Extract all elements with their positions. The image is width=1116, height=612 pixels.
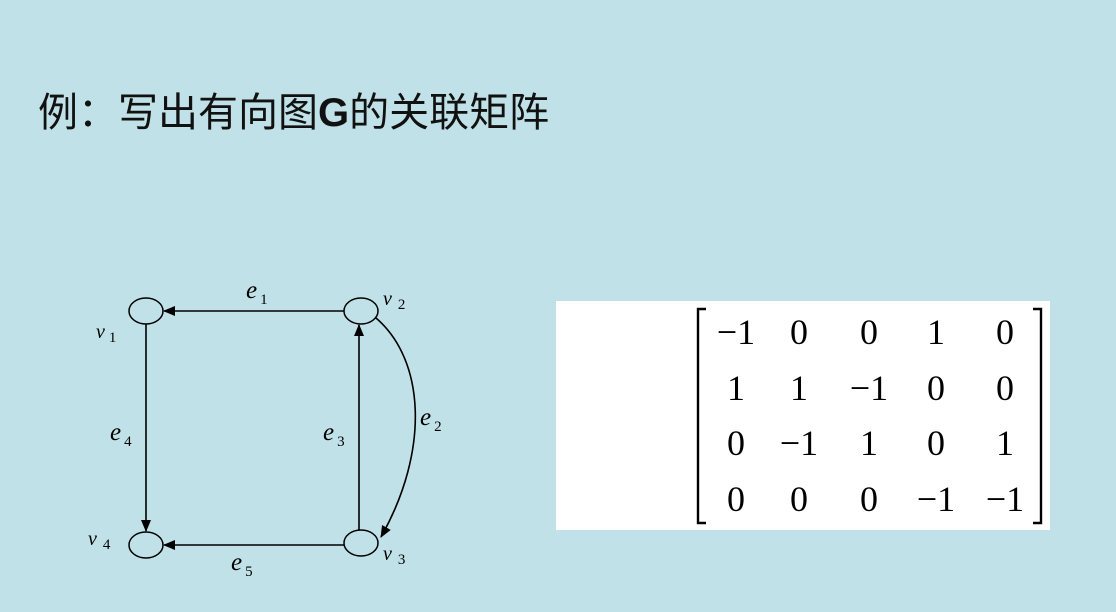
matrix-cell-r1-c1: −1 — [717, 312, 755, 352]
matrix-cell-r4-c1: 0 — [727, 479, 745, 519]
matrix-cell-r2-c3: −1 — [850, 368, 888, 408]
matrix-cell-r4-c5: −1 — [986, 479, 1024, 519]
vertex-v3 — [343, 529, 379, 557]
matrix-cell-r3-c5: 1 — [996, 423, 1014, 463]
incidence-matrix-panel: −1 0 0 1 0 1 1 −1 0 0 0 −1 1 0 1 0 0 0 −1 −1 — [556, 301, 1050, 530]
vertex-label-v3: v3 — [383, 543, 405, 568]
matrix-cell-r3-c2: −1 — [780, 423, 818, 463]
vertex-v1 — [128, 297, 164, 325]
edge-label-e3: e3 — [323, 419, 345, 450]
matrix-cell-r2-c2: 1 — [790, 368, 808, 408]
matrix-cell-r3-c3: 1 — [860, 423, 878, 463]
vertex-label-v2: v2 — [383, 288, 405, 313]
edge-label-e4: e4 — [110, 419, 132, 450]
edge-e2 — [375, 317, 417, 538]
matrix-cell-r1-c4: 1 — [927, 312, 945, 352]
matrix-cell-r2-c5: 0 — [996, 368, 1014, 408]
matrix-cell-r4-c2: 0 — [790, 479, 808, 519]
matrix-cell-r1-c5: 0 — [996, 312, 1014, 352]
matrix-cell-r2-c1: 1 — [727, 368, 745, 408]
matrix-cells: −1 0 0 1 0 1 1 −1 0 0 0 −1 1 0 1 0 0 0 −1 −1 — [717, 312, 1024, 519]
vertex-v2 — [343, 297, 379, 325]
matrix-cell-r4-c3: 0 — [860, 479, 878, 519]
matrix-cell-r1-c2: 0 — [790, 312, 808, 352]
matrix-cell-r3-c4: 0 — [927, 423, 945, 463]
edge-label-e1: e1 — [246, 277, 268, 308]
matrix-cell-r4-c4: −1 — [917, 479, 955, 519]
matrix-cell-r1-c3: 0 — [860, 312, 878, 352]
slide: 例：写出有向图G的关联矩阵 v1 v2 v3 v4 e 1 e 2 e 3 e … — [0, 0, 1116, 612]
vertex-v4 — [128, 531, 164, 559]
edge-label-e2: e2 — [420, 404, 442, 435]
matrix-right-bracket — [1033, 307, 1043, 525]
edge-label-e5: e5 — [231, 549, 253, 580]
matrix-left-bracket — [696, 307, 706, 525]
incidence-matrix: −1 0 0 1 0 1 1 −1 0 0 0 −1 1 0 1 0 0 0 −1 −1 — [696, 307, 1043, 525]
vertex-label-v1: v1 — [96, 321, 116, 346]
matrix-cell-r3-c1: 0 — [727, 423, 745, 463]
vertex-label-v4: v4 — [88, 528, 111, 553]
matrix-cell-r2-c4: 0 — [927, 368, 945, 408]
